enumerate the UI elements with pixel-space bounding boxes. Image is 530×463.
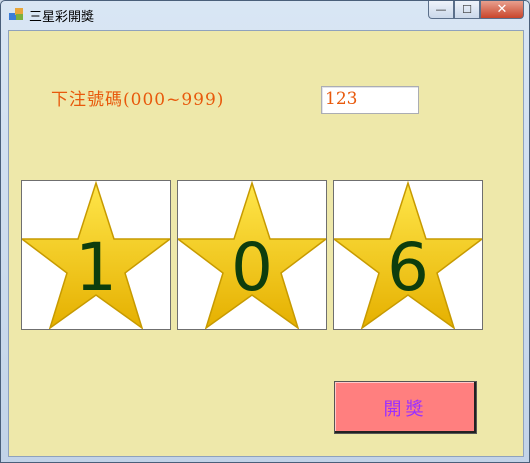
form-client-area: 下注號碼(000~999) 123 1 0 6 開獎 (8, 30, 524, 457)
minimize-icon: — (435, 3, 447, 16)
window-title: 三星彩開獎 (29, 10, 95, 25)
star-digit-2: 0 (231, 228, 273, 306)
draw-button[interactable]: 開獎 (334, 381, 477, 434)
app-icon (9, 8, 23, 20)
close-icon: ✕ (496, 2, 508, 17)
star-picture-3: 6 (333, 180, 483, 330)
maximize-icon: ☐ (462, 3, 472, 16)
app-window: 三星彩開獎 — ☐ ✕ 下注號碼(000~999) 123 1 0 6 開獎 (0, 0, 530, 463)
caption-buttons: — ☐ ✕ (428, 1, 524, 20)
close-button[interactable]: ✕ (480, 1, 524, 19)
minimize-button[interactable]: — (428, 1, 454, 19)
star-digit-3: 6 (387, 228, 429, 306)
bet-number-input[interactable]: 123 (321, 86, 419, 114)
title-bar[interactable]: 三星彩開獎 — ☐ ✕ (1, 1, 529, 28)
star-picture-2: 0 (177, 180, 327, 330)
star-picture-1: 1 (21, 180, 171, 330)
maximize-button[interactable]: ☐ (454, 1, 480, 19)
bet-number-label: 下注號碼(000~999) (51, 90, 225, 110)
star-digit-1: 1 (75, 228, 117, 306)
